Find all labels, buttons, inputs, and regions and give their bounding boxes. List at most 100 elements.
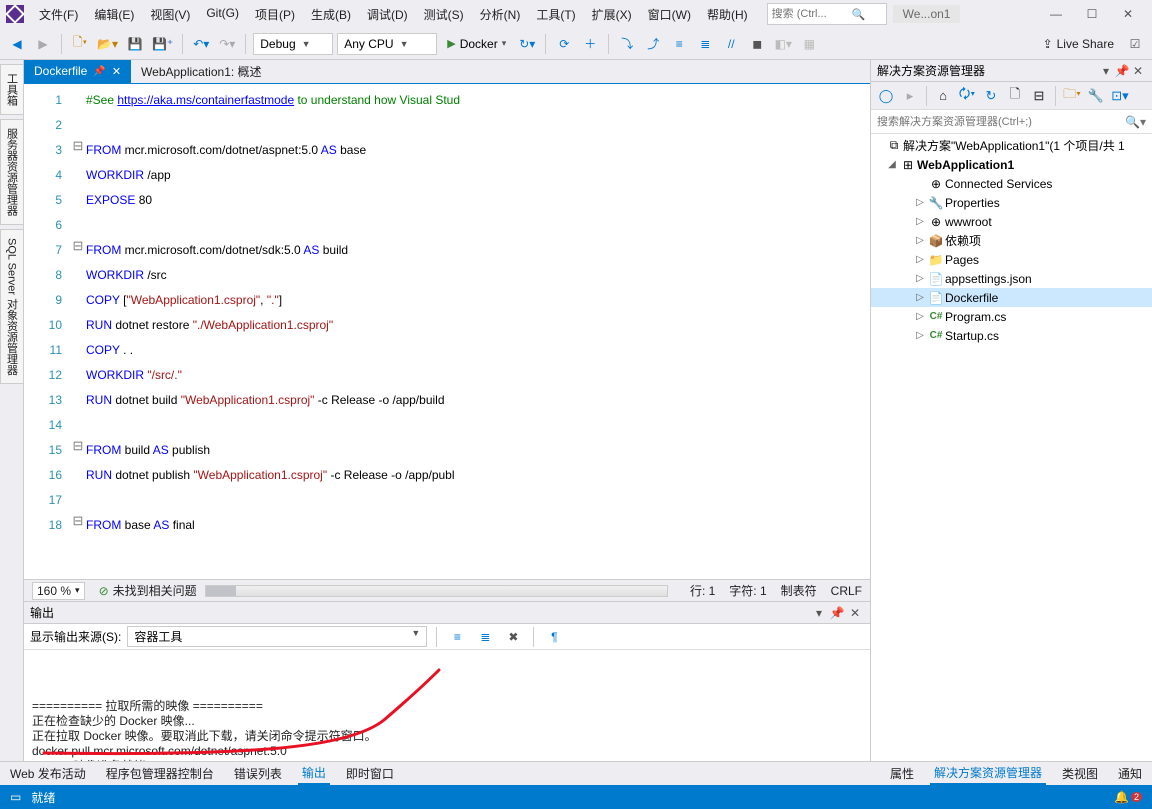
quick-search-input[interactable] xyxy=(772,8,852,20)
comment-icon[interactable]: // xyxy=(720,33,742,55)
se-fwd-icon[interactable]: ▸ xyxy=(899,85,921,107)
refresh-button[interactable]: ↻▾ xyxy=(516,33,538,55)
bottom-tab[interactable]: 即时窗口 xyxy=(342,763,398,784)
tree-row[interactable]: ⊕Connected Services xyxy=(871,174,1152,193)
redo-button[interactable]: ↷▾ xyxy=(216,33,238,55)
indent-icon[interactable]: ≡ xyxy=(668,33,690,55)
step-into-icon[interactable]: ⤵ xyxy=(616,33,638,55)
tree-row[interactable]: ◢⊞WebApplication1 xyxy=(871,155,1152,174)
toggle-icon[interactable]: ◧▾ xyxy=(772,33,794,55)
save-button[interactable]: 💾 xyxy=(124,33,146,55)
undo-button[interactable]: ↶▾ xyxy=(190,33,212,55)
start-debug-button[interactable]: ▶Docker▾ xyxy=(441,33,512,55)
tree-row[interactable]: ▷📁Pages xyxy=(871,250,1152,269)
close-button[interactable]: ✕ xyxy=(1110,0,1146,28)
editor-status-bar: 160 %▾ ⊘ 未找到相关问题 行: 1 字符: 1 制表符 CRLF xyxy=(24,579,870,601)
menu-item[interactable]: 窗口(W) xyxy=(641,2,698,27)
bottom-tab[interactable]: 程序包管理器控制台 xyxy=(102,763,218,784)
menu-item[interactable]: 文件(F) xyxy=(32,2,85,27)
outdent-icon[interactable]: ≣ xyxy=(694,33,716,55)
se-home-icon[interactable]: ⌂ xyxy=(932,85,954,107)
menu-item[interactable]: 编辑(E) xyxy=(87,2,141,27)
se-dropdown-icon[interactable]: ▾ xyxy=(1098,64,1114,78)
tree-row[interactable]: ▷📄Dockerfile xyxy=(871,288,1152,307)
config-combo[interactable]: Debug▼ xyxy=(253,33,333,55)
menu-item[interactable]: 生成(B) xyxy=(304,2,358,27)
se-refresh-icon[interactable]: ↻ xyxy=(980,85,1002,107)
quick-search[interactable]: 🔍 xyxy=(767,3,887,25)
tab-overview[interactable]: WebApplication1: 概述 xyxy=(131,60,272,83)
menu-item[interactable]: 调试(D) xyxy=(360,2,415,27)
back-button[interactable]: ◀ xyxy=(6,33,28,55)
tab-dockerfile[interactable]: Dockerfile 📌 ✕ xyxy=(24,60,131,83)
open-button[interactable]: 📂▾ xyxy=(95,33,120,55)
tree-row[interactable]: ⧉解决方案"WebApplication1"(1 个项目/共 1 xyxy=(871,136,1152,155)
se-close-icon[interactable]: ✕ xyxy=(1130,64,1146,78)
pin-icon[interactable]: 📌 xyxy=(93,66,105,77)
step-over-icon[interactable]: ⤴ xyxy=(642,33,664,55)
bottom-tab[interactable]: 类视图 xyxy=(1058,763,1102,784)
bottom-tab[interactable]: 解决方案资源管理器 xyxy=(930,762,1046,785)
output-goto-icon[interactable]: ≡ xyxy=(446,626,468,648)
save-all-button[interactable]: 💾⁺ xyxy=(150,33,175,55)
se-pin-icon[interactable]: 📌 xyxy=(1114,64,1130,78)
rail-tab[interactable]: 工具箱 xyxy=(0,64,24,115)
se-search-input[interactable] xyxy=(871,116,1119,128)
tree-row[interactable]: ▷C#Startup.cs xyxy=(871,326,1152,345)
maximize-button[interactable]: ☐ xyxy=(1074,0,1110,28)
menu-item[interactable]: 帮助(H) xyxy=(700,2,755,27)
solution-picker[interactable]: We...on1 xyxy=(893,5,961,23)
feedback-icon[interactable]: ☑ xyxy=(1124,33,1146,55)
tree-row[interactable]: ▷C#Program.cs xyxy=(871,307,1152,326)
check-icon: ⊘ xyxy=(99,584,109,598)
browser-link-icon[interactable]: ⟳ xyxy=(553,33,575,55)
tree-row[interactable]: ▷📦依赖项 xyxy=(871,231,1152,250)
tree-row[interactable]: ▷🔧Properties xyxy=(871,193,1152,212)
add-item-icon[interactable]: ＋ xyxy=(579,33,601,55)
rail-tab[interactable]: SQL Server 对象资源管理器 xyxy=(0,229,24,384)
menu-item[interactable]: Git(G) xyxy=(199,2,246,27)
forward-button[interactable]: ▶ xyxy=(32,33,54,55)
notification-badge: 2 xyxy=(1131,792,1142,802)
platform-combo[interactable]: Any CPU▼ xyxy=(337,33,437,55)
se-preview-icon[interactable]: ⊡▾ xyxy=(1109,85,1131,107)
output-close-icon[interactable]: ✕ xyxy=(846,606,864,620)
menu-item[interactable]: 分析(N) xyxy=(473,2,528,27)
close-tab-icon[interactable]: ✕ xyxy=(112,65,121,78)
issues-link[interactable]: 未找到相关问题 xyxy=(113,582,197,599)
rail-tab[interactable]: 服务器资源管理器 xyxy=(0,119,24,225)
bottom-tab[interactable]: 错误列表 xyxy=(230,763,286,784)
tree-row[interactable]: ▷📄appsettings.json xyxy=(871,269,1152,288)
se-showall-icon[interactable]: 🗀▾ xyxy=(1061,85,1083,107)
output-source-combo[interactable]: 容器工具▼ xyxy=(127,626,427,647)
menu-item[interactable]: 项目(P) xyxy=(248,2,302,27)
notifications-button[interactable]: 🔔 2 xyxy=(1114,790,1142,804)
output-pin-icon[interactable]: 📌 xyxy=(828,606,846,620)
output-prev-icon[interactable]: ≣ xyxy=(474,626,496,648)
se-collapse-icon[interactable]: ⊟ xyxy=(1028,85,1050,107)
se-back-icon[interactable]: ◯ xyxy=(875,85,897,107)
menu-item[interactable]: 测试(S) xyxy=(417,2,471,27)
bottom-tab[interactable]: 输出 xyxy=(298,762,330,785)
output-dropdown-icon[interactable]: ▾ xyxy=(810,606,828,620)
new-project-button[interactable]: 🗋▾ xyxy=(69,33,91,55)
se-filter-icon[interactable]: 🗋 xyxy=(1004,85,1026,107)
live-share-button[interactable]: ⇪Live Share xyxy=(1037,37,1120,51)
bottom-tab[interactable]: Web 发布活动 xyxy=(6,763,90,784)
code-editor[interactable]: 123456789101112131415161718 ⊟⊟⊟⊟ #See ht… xyxy=(24,84,870,579)
menu-item[interactable]: 扩展(X) xyxy=(585,2,639,27)
minimize-button[interactable]: — xyxy=(1038,0,1074,28)
bottom-tab[interactable]: 属性 xyxy=(886,763,918,784)
bottom-tab[interactable]: 通知 xyxy=(1114,763,1146,784)
output-clear-icon[interactable]: ✖ xyxy=(502,626,524,648)
output-wrap-icon[interactable]: ¶ xyxy=(543,626,565,648)
se-sync-icon[interactable]: 🗘▾ xyxy=(956,85,978,107)
zoom-combo[interactable]: 160 %▾ xyxy=(32,582,85,600)
menu-item[interactable]: 工具(T) xyxy=(529,2,582,27)
menu-item[interactable]: 视图(V) xyxy=(143,2,197,27)
bookmark-icon[interactable]: ◼ xyxy=(746,33,768,55)
horizontal-scrollbar[interactable] xyxy=(205,585,668,597)
se-properties-icon[interactable]: 🔧 xyxy=(1085,85,1107,107)
tree-row[interactable]: ▷⊕wwwroot xyxy=(871,212,1152,231)
extra-icon[interactable]: ▦ xyxy=(798,33,820,55)
